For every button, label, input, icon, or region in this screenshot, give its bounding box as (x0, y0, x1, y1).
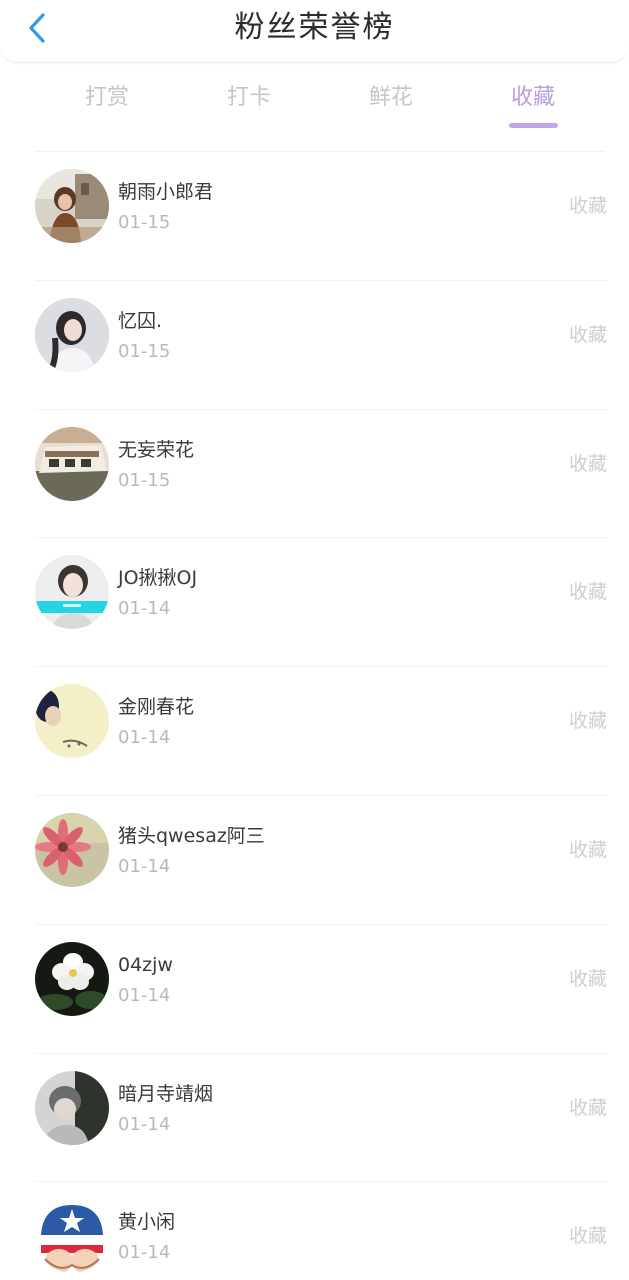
fan-name: 猪头qwesaz阿三 (118, 824, 265, 847)
avatar[interactable] (35, 297, 109, 372)
fan-date: 01-14 (118, 727, 171, 749)
avatar-photo (35, 941, 109, 1016)
avatar-photo (35, 169, 109, 243)
favorite-label: 收藏 (568, 1096, 607, 1119)
fan-date: 01-15 (118, 340, 171, 362)
avatar[interactable] (35, 426, 109, 501)
fan-name: 暗月寺靖烟 (118, 1082, 214, 1105)
list-item[interactable]: 黄小闲 01-14 收藏 (35, 1182, 607, 1280)
fan-date: 01-14 (118, 855, 171, 877)
fan-date: 01-14 (118, 1113, 171, 1135)
fan-date: 01-14 (118, 984, 171, 1006)
tab-favorites[interactable]: 收藏 (483, 80, 583, 116)
avatar-photo (35, 297, 109, 372)
avatar-photo (35, 1070, 109, 1145)
list-item[interactable]: JO揪揪OJ 01-14 收藏 (35, 538, 607, 668)
list-item[interactable]: 无妄荣花 01-15 收藏 (35, 410, 607, 539)
fan-list: 朝雨小郎君 01-15 收藏 忆囚. 01-15 收藏 无妄荣花 01-15 收… (0, 152, 629, 1280)
list-item[interactable]: 猪头qwesaz阿三 01-14 收藏 (35, 796, 607, 925)
avatar-cartoon (35, 1199, 109, 1274)
list-item[interactable]: 04zjw 01-14 收藏 (35, 925, 607, 1054)
fan-date: 01-15 (118, 469, 171, 491)
favorite-label: 收藏 (568, 1225, 607, 1248)
fan-name: 04zjw (118, 953, 173, 976)
fan-date: 01-14 (118, 1242, 171, 1264)
favorite-label: 收藏 (568, 195, 607, 217)
fan-name: JO揪揪OJ (118, 567, 198, 590)
avatar-photo (35, 684, 109, 759)
fan-name: 黄小闲 (118, 1211, 176, 1234)
tab-checkin[interactable]: 打卡 (199, 80, 299, 116)
fan-date: 01-14 (118, 598, 171, 620)
favorite-label: 收藏 (568, 838, 607, 861)
avatar[interactable] (35, 1199, 109, 1274)
favorite-label: 收藏 (568, 967, 607, 990)
avatar[interactable] (35, 169, 109, 243)
tab-bar: 打赏 打卡 鲜花 收藏 (35, 80, 605, 132)
active-tab-indicator (509, 123, 558, 128)
list-item[interactable]: 朝雨小郎君 01-15 收藏 (35, 152, 607, 281)
fan-name: 忆囚. (118, 309, 163, 332)
avatar-photo (35, 426, 109, 501)
fan-honor-page: 粉丝荣誉榜 打赏 打卡 鲜花 收藏 朝雨小郎君 01-15 收藏 忆囚. 01-… (0, 0, 629, 1280)
avatar[interactable] (35, 1070, 109, 1145)
favorite-label: 收藏 (568, 581, 607, 604)
list-item[interactable]: 金刚春花 01-14 收藏 (35, 667, 607, 796)
page-title: 粉丝荣誉榜 (234, 10, 395, 45)
avatar[interactable] (35, 555, 109, 630)
avatar[interactable] (35, 941, 109, 1016)
avatar-photo (35, 555, 109, 630)
tab-reward[interactable]: 打赏 (57, 80, 157, 116)
tab-flowers[interactable]: 鲜花 (341, 80, 441, 116)
favorite-label: 收藏 (568, 452, 607, 475)
fan-name: 无妄荣花 (118, 438, 195, 461)
fan-name: 朝雨小郎君 (118, 181, 214, 203)
avatar[interactable] (35, 812, 109, 887)
fan-date: 01-15 (118, 212, 171, 233)
avatar[interactable] (35, 684, 109, 759)
avatar-photo (35, 812, 109, 887)
favorite-label: 收藏 (568, 710, 607, 733)
fan-name: 金刚春花 (118, 696, 195, 719)
favorite-label: 收藏 (568, 323, 607, 346)
top-bar: 粉丝荣誉榜 (0, 0, 629, 63)
list-item[interactable]: 忆囚. 01-15 收藏 (35, 281, 607, 410)
list-item[interactable]: 暗月寺靖烟 01-14 收藏 (35, 1054, 607, 1183)
